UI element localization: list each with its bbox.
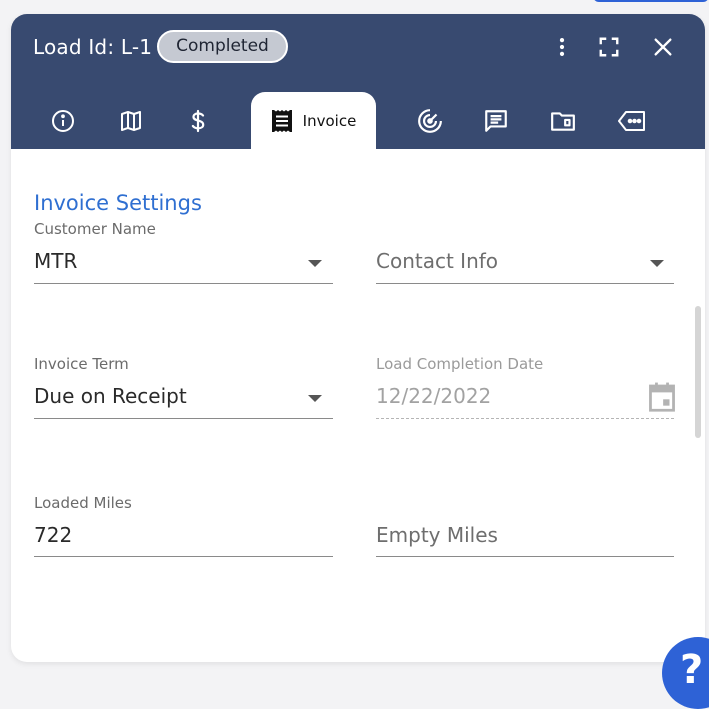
empty-miles-underline [376,556,674,557]
customer-name-label: Customer Name [34,220,156,238]
empty-miles-placeholder: Empty Miles [376,523,498,547]
fullscreen-button[interactable] [594,32,624,62]
tab-info[interactable] [47,92,79,149]
chevron-down-icon [308,260,322,267]
customer-name-underline [34,283,333,284]
load-details-dialog: Load Id: L-1 Completed Invoice Invoice S… [11,14,705,662]
top-accent-strip [593,0,709,2]
close-icon [654,38,672,56]
tab-tags[interactable] [615,92,649,149]
invoice-term-select[interactable]: Due on Receipt [34,381,333,419]
load-completion-date-input: 12/22/2022 [376,381,675,419]
contact-info-placeholder: Contact Info [376,249,499,273]
tab-tracking[interactable] [414,92,446,149]
loaded-miles-underline [34,556,333,557]
receipt-icon [271,109,292,132]
loaded-miles-input[interactable]: 722 [34,520,333,558]
map-icon [121,110,141,131]
notes-icon [485,109,507,132]
info-icon [52,109,74,132]
customer-name-value: MTR [34,249,78,273]
load-completion-date-label: Load Completion Date [376,355,544,373]
invoice-term-label: Invoice Term [34,355,129,373]
invoice-term-value: Due on Receipt [34,384,187,408]
empty-miles-input[interactable]: Empty Miles [376,520,674,558]
contact-info-underline [376,283,674,284]
fullscreen-icon [599,37,619,57]
invoice-settings-title: Invoice Settings [34,191,202,215]
customer-name-select[interactable]: MTR [34,246,333,284]
chevron-down-icon [308,395,322,402]
calendar-icon [649,382,675,412]
tab-map[interactable] [115,92,147,149]
load-completion-date-value: 12/22/2022 [376,384,492,408]
more-vertical-icon [559,38,565,56]
scrollbar-thumb[interactable] [695,306,701,438]
tab-documents[interactable] [547,92,579,149]
chevron-down-icon [650,260,664,267]
load-id-title: Load Id: L-1 [33,35,153,59]
radar-icon [418,108,442,133]
loaded-miles-label: Loaded Miles [34,494,132,512]
dialog-header: Load Id: L-1 Completed Invoice [11,14,705,149]
invoice-term-underline [34,418,333,419]
tag-icon [618,110,645,131]
close-button[interactable] [648,32,678,62]
tab-invoice-label: Invoice [302,111,357,130]
tab-financials[interactable] [182,92,214,149]
load-completion-date-underline [376,418,674,420]
contact-info-select[interactable]: Contact Info [376,246,674,284]
folder-icon [551,111,575,131]
status-badge: Completed [157,30,288,63]
loaded-miles-value: 722 [34,523,73,547]
tab-invoice[interactable]: Invoice [251,92,376,149]
dollar-icon [191,109,205,132]
more-options-button[interactable] [547,32,577,62]
tab-notes[interactable] [480,92,512,149]
